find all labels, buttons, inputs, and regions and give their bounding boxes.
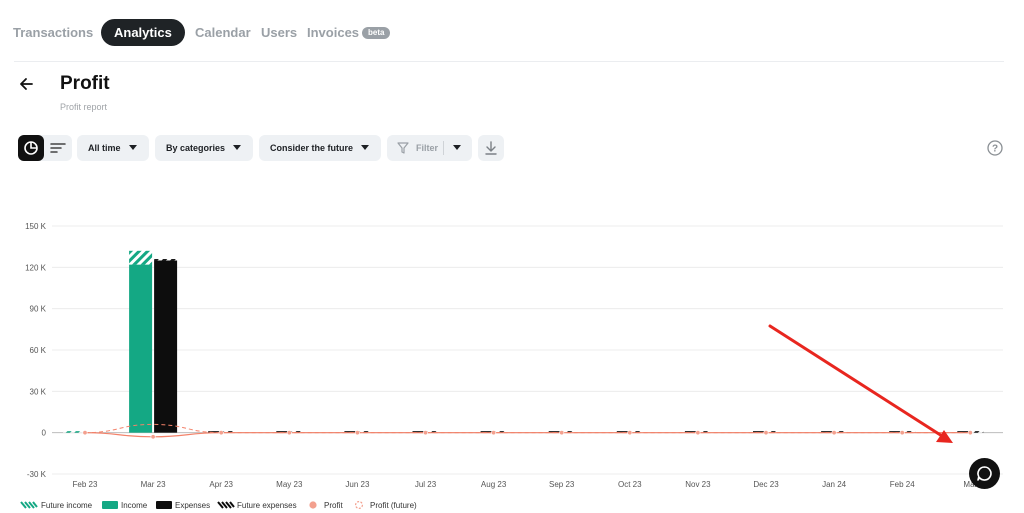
legend-label: Income	[121, 501, 148, 510]
x-tick-label: Dec 23	[753, 480, 779, 489]
period-dropdown[interactable]: All time	[77, 135, 149, 161]
x-tick-label: Jul 23	[415, 480, 437, 489]
expenses-bar	[154, 260, 178, 433]
x-tick-label: May 23	[276, 480, 303, 489]
profit-point	[150, 434, 156, 440]
profit-point	[695, 430, 701, 436]
profit-point	[491, 430, 497, 436]
chevron-down-icon	[233, 145, 242, 150]
y-tick-label: 0	[42, 429, 47, 438]
page-title: Profit	[60, 73, 110, 94]
x-tick-label: Nov 23	[685, 480, 711, 489]
x-tick-label: Oct 23	[618, 480, 642, 489]
future-income-bar	[63, 431, 83, 433]
grid-lines	[52, 225, 1003, 475]
pie-chart-icon	[24, 141, 38, 155]
profit-chart: -30 K 0 30 K 60 K 90 K 120 K 150 K Feb 23 Mar 2…	[25, 222, 1003, 489]
tab-invoices[interactable]: Invoices	[307, 19, 359, 46]
x-tick-label: Sep 23	[549, 480, 575, 489]
profit-point	[422, 430, 428, 436]
future-income-bar	[129, 250, 153, 265]
x-tick-label: Feb 23	[73, 480, 98, 489]
x-tick-label: Aug 23	[481, 480, 507, 489]
profit-point	[218, 430, 224, 436]
profit-point	[627, 430, 633, 436]
filter-dropdown[interactable]: Filter	[387, 135, 472, 161]
y-tick-label: -30 K	[27, 470, 47, 479]
nav-divider	[14, 61, 1004, 62]
back-arrow-icon[interactable]	[16, 74, 38, 94]
profit-swatch-icon	[309, 501, 317, 509]
y-tick-label: 60 K	[30, 346, 47, 355]
download-icon	[485, 141, 497, 155]
chat-button[interactable]	[969, 458, 1000, 489]
future-expenses-swatch-icon	[217, 501, 235, 509]
list-icon	[50, 143, 66, 153]
x-axis: Feb 23 Mar 23 Apr 23 May 23 Jun 23 Jul 23 Aug …	[73, 480, 978, 489]
tab-calendar[interactable]: Calendar	[195, 19, 251, 46]
profit-point	[831, 430, 837, 436]
future-dropdown[interactable]: Consider the future	[259, 135, 381, 161]
legend-label: Future expenses	[237, 501, 297, 510]
y-axis: -30 K 0 30 K 60 K 90 K 120 K 150 K	[25, 222, 47, 479]
y-tick-label: 120 K	[25, 263, 47, 272]
view-toggle	[18, 135, 72, 161]
annotation-arrow-line	[768, 324, 944, 438]
future-expenses-bar	[154, 259, 178, 261]
page-subtitle: Profit report	[60, 102, 108, 112]
filter-label: Filter	[416, 143, 439, 153]
future-income-swatch-icon	[20, 501, 38, 509]
x-tick-label: Feb 24	[890, 480, 915, 489]
download-button[interactable]	[478, 135, 504, 161]
chevron-down-icon	[361, 145, 370, 150]
y-tick-label: 90 K	[30, 305, 47, 314]
beta-badge: beta	[362, 27, 391, 39]
legend-label: Profit	[324, 501, 343, 510]
chevron-down-icon	[453, 145, 461, 150]
bars	[63, 250, 984, 433]
svg-text:?: ?	[992, 144, 998, 155]
tab-transactions[interactable]: Transactions	[13, 19, 93, 46]
profit-point	[354, 430, 360, 436]
income-swatch-icon	[102, 501, 118, 509]
legend-label: Future income	[41, 501, 93, 510]
filter-divider	[443, 141, 444, 155]
chat-bubble-icon	[977, 466, 992, 481]
annotation-arrow	[768, 324, 953, 443]
profit-point	[763, 430, 769, 436]
tab-analytics[interactable]: Analytics	[101, 19, 185, 46]
filter-icon	[397, 142, 409, 154]
profit-point	[82, 430, 88, 436]
profit-future-swatch-icon	[355, 501, 363, 509]
y-tick-label: 30 K	[30, 387, 47, 396]
help-icon[interactable]: ?	[987, 140, 1003, 156]
profit-line	[84, 432, 971, 438]
future-label: Consider the future	[270, 143, 354, 153]
period-label: All time	[88, 143, 121, 153]
future-expenses-bar	[971, 431, 984, 433]
chevron-down-icon	[128, 145, 137, 150]
profit-point	[286, 430, 292, 436]
x-tick-label: Mar 23	[141, 480, 166, 489]
legend-label: Profit (future)	[370, 501, 417, 510]
grouping-label: By categories	[166, 143, 226, 153]
list-view-button[interactable]	[45, 135, 71, 161]
top-nav: Transactions Analytics Calendar Users In…	[0, 19, 1024, 47]
grouping-dropdown[interactable]: By categories	[155, 135, 253, 161]
expenses-swatch-icon	[156, 501, 172, 509]
tab-users[interactable]: Users	[261, 19, 297, 46]
x-tick-label: Jun 23	[345, 480, 370, 489]
y-tick-label: 150 K	[25, 222, 47, 231]
chart-view-button[interactable]	[18, 135, 44, 161]
profit-point	[967, 430, 973, 436]
legend-label: Expenses	[175, 501, 211, 510]
profit-point	[899, 430, 905, 436]
x-tick-label: Apr 23	[209, 480, 233, 489]
annotation-arrow-head	[936, 430, 953, 443]
x-tick-label: Jan 24	[822, 480, 847, 489]
profit-point	[559, 430, 565, 436]
income-bar	[129, 264, 153, 433]
